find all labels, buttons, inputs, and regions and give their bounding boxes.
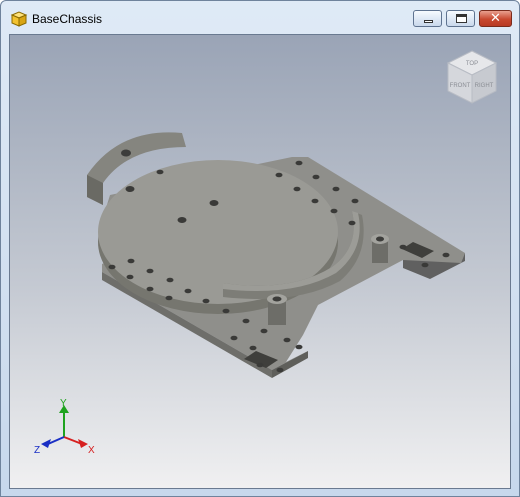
boss-right-hole — [376, 236, 384, 242]
close-icon: ✕ — [490, 11, 501, 26]
part-window: BaseChassis ✕ TOP FRONT RIGHT Y X Z — [0, 0, 520, 497]
boss-front-hole — [272, 296, 282, 302]
z-axis-arrow-icon — [41, 439, 51, 448]
maximize-icon — [456, 14, 467, 23]
graphics-viewport[interactable]: TOP FRONT RIGHT Y X Z — [9, 34, 511, 489]
z-axis-label: Z — [34, 445, 40, 456]
minimize-button[interactable] — [413, 10, 442, 27]
rear-hole — [121, 149, 131, 157]
y-axis-label: Y — [60, 398, 67, 409]
close-button[interactable]: ✕ — [479, 10, 512, 27]
maximize-button[interactable] — [446, 10, 475, 27]
window-title: BaseChassis — [32, 12, 103, 26]
view-cube-top-label: TOP — [466, 61, 478, 67]
view-cube[interactable]: TOP FRONT RIGHT — [446, 49, 498, 105]
minimize-icon — [424, 20, 433, 23]
view-cube-front-label: FRONT — [450, 83, 471, 89]
x-axis-label: X — [88, 445, 95, 456]
x-axis-arrow-icon — [78, 439, 88, 448]
view-cube-right-label: RIGHT — [475, 83, 494, 89]
part-file-icon — [10, 11, 28, 27]
axis-triad: Y X Z — [34, 398, 95, 456]
title-bar[interactable]: BaseChassis ✕ — [1, 1, 519, 35]
